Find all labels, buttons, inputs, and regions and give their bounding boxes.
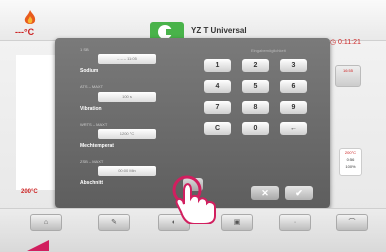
temperature-field[interactable]: 1200 °C	[98, 129, 156, 139]
key-clear[interactable]: C	[204, 122, 231, 135]
home-icon: ⌂	[43, 219, 49, 226]
status-percent: 100%	[345, 164, 356, 169]
key-6[interactable]: 6	[280, 80, 307, 93]
left-panel	[16, 55, 56, 190]
key-1[interactable]: 1	[204, 59, 231, 72]
field-label: Mechtemperat	[80, 143, 114, 149]
field-label: Sodium	[80, 68, 99, 74]
key-8[interactable]: 8	[242, 101, 269, 114]
field-label: Vibration	[80, 106, 102, 112]
key-7[interactable]: 7	[204, 101, 231, 114]
flame-icon	[24, 10, 36, 24]
vibration-field[interactable]: 100 s	[98, 92, 156, 102]
furnace-temperature: ---°C	[15, 27, 35, 37]
field-title: ATS – MAXT	[80, 84, 104, 89]
field-label: Abschnitt	[80, 180, 104, 186]
field-title: WRTS – MAXT	[80, 122, 108, 127]
key-9[interactable]: 9	[280, 101, 307, 114]
program-title: YZ T Universal	[191, 26, 247, 35]
info-icon: ·	[293, 219, 297, 226]
key-4[interactable]: 4	[204, 80, 231, 93]
home-button[interactable]: ⌂	[30, 214, 62, 231]
key-0[interactable]: 0	[242, 122, 269, 135]
field-title: 1 SB	[80, 47, 89, 52]
door-icon: ⌒	[348, 219, 356, 226]
edit-button[interactable]: ✎	[98, 214, 130, 231]
sodium-field[interactable]: – – – 11:05	[98, 54, 156, 64]
status-temperature: 200°C	[344, 150, 357, 155]
chamber-temperature: 200°C	[21, 189, 38, 195]
cancel-button[interactable]: ✕	[251, 186, 279, 200]
confirm-button[interactable]: ✔	[285, 186, 313, 200]
key-backspace[interactable]: ←	[280, 122, 307, 135]
key-3[interactable]: 3	[280, 59, 307, 72]
time-field[interactable]: 00:00 Min	[98, 166, 156, 176]
door-button[interactable]: ⌒	[336, 214, 368, 231]
info-button[interactable]: ·	[279, 214, 311, 231]
right-status-button[interactable]: 16:55	[335, 65, 361, 87]
key-5[interactable]: 5	[242, 80, 269, 93]
keypad-header: Eingabemöglichkeit	[251, 48, 286, 53]
clock-timer: ◷ 0:11:21	[330, 39, 361, 46]
key-2[interactable]: 2	[242, 59, 269, 72]
pointing-hand-icon	[172, 175, 216, 224]
screen: ---°C YZ T Universal ◷ 0:11:21 200°C 1 S…	[0, 0, 386, 252]
status-time: 0:56	[346, 157, 355, 162]
top-bar: ---°C YZ T Universal ◷ 0:11:21	[0, 0, 386, 46]
field-title: ZSB – MAXT	[80, 159, 104, 164]
pencil-icon: ✎	[111, 219, 117, 226]
tool-icon: ▣	[233, 219, 241, 226]
program-status: 200°C 0:56 100%	[339, 148, 362, 176]
